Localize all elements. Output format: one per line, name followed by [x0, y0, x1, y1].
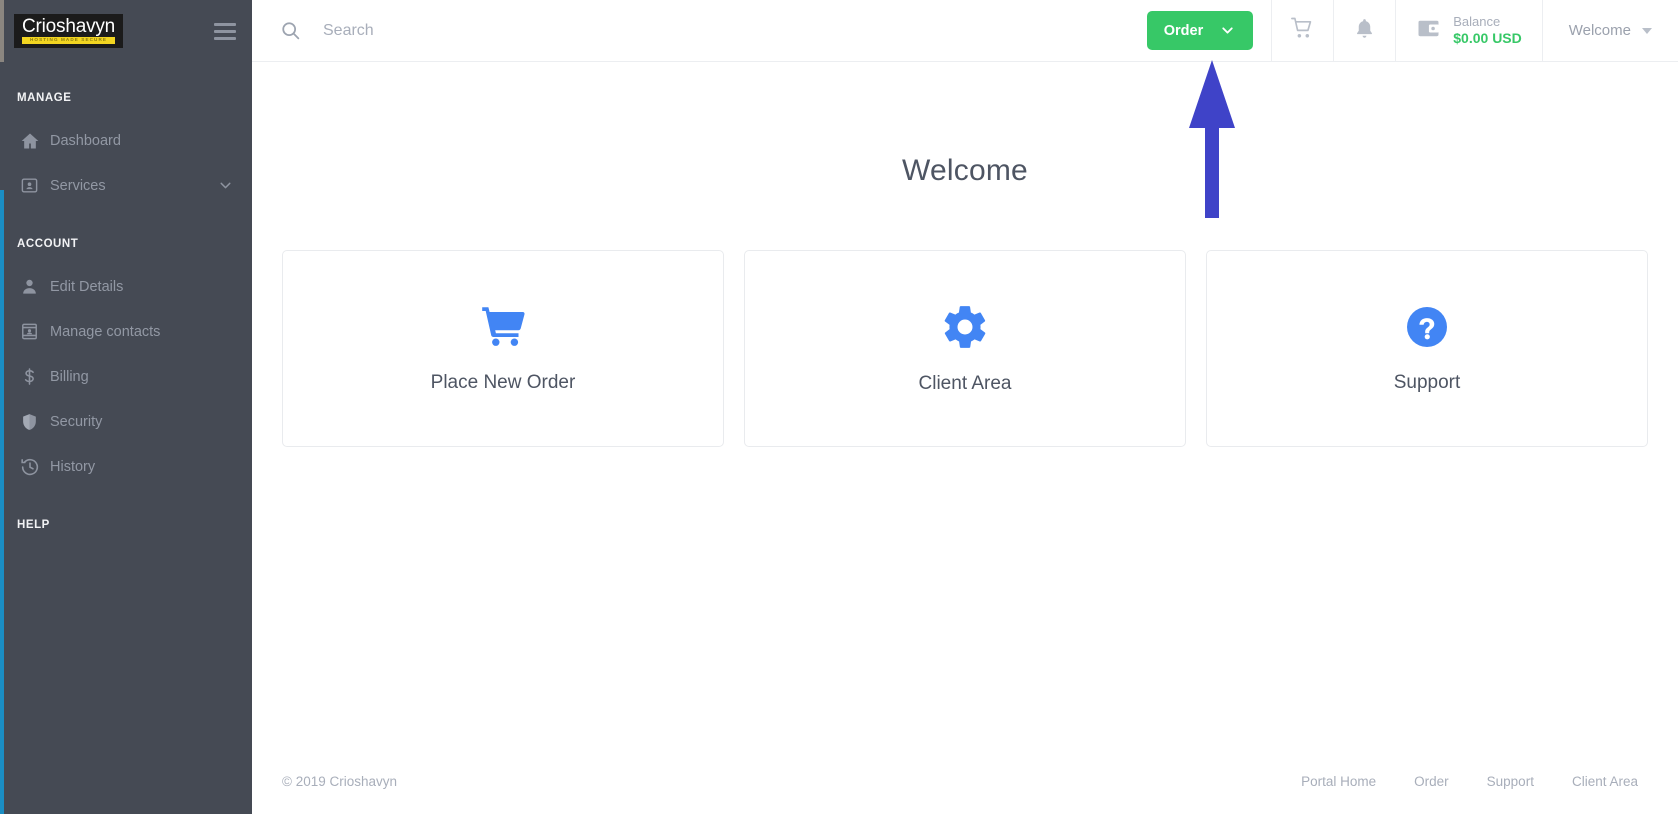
card-client-area[interactable]: Client Area — [744, 250, 1186, 447]
balance-text: Balance $0.00 USD — [1453, 14, 1521, 48]
footer-links: Portal Home Order Support Client Area — [1301, 774, 1638, 789]
sidebar-item-label: History — [50, 458, 96, 475]
sidebar-item-label: Manage contacts — [50, 323, 161, 340]
content-area: Welcome Place New Order Client Area Supp… — [252, 62, 1678, 748]
person-icon — [20, 277, 50, 296]
order-button-zone: Order — [1137, 0, 1272, 61]
search-input[interactable] — [323, 21, 923, 40]
footer-link-client-area[interactable]: Client Area — [1572, 774, 1638, 789]
brand-logo-tagline: HOSTING MADE SECURE — [22, 37, 116, 44]
user-menu[interactable]: Welcome — [1541, 0, 1678, 61]
sidebar-item-edit-details[interactable]: Edit Details — [0, 264, 252, 309]
main-region: Order — [252, 0, 1678, 814]
hamburger-bar — [214, 36, 236, 40]
search-icon[interactable] — [280, 20, 301, 41]
user-menu-label: Welcome — [1568, 22, 1631, 39]
notification-bell-icon — [1353, 17, 1376, 45]
hamburger-bar — [214, 22, 236, 26]
shield-icon — [20, 412, 50, 432]
shopping-cart-icon — [476, 303, 530, 351]
id-card-icon — [20, 176, 50, 195]
sidebar-item-label: Billing — [50, 368, 89, 385]
page-title: Welcome — [902, 154, 1028, 187]
brand-logo-name: Crioshavyn — [22, 16, 116, 38]
gear-icon — [940, 302, 990, 352]
hamburger-icon[interactable] — [212, 19, 238, 44]
sidebar-section-manage-label: MANAGE — [17, 92, 72, 104]
search-zone — [252, 0, 1137, 61]
balance-widget[interactable]: Balance $0.00 USD — [1395, 0, 1541, 61]
dollar-icon — [20, 367, 50, 386]
hamburger-bar — [214, 29, 236, 33]
order-button[interactable]: Order — [1146, 11, 1254, 50]
app-root: Crioshavyn HOSTING MADE SECURE MANAGE Da… — [0, 0, 1678, 814]
sidebar-item-label: Security — [50, 413, 103, 430]
history-clock-icon — [20, 457, 50, 477]
brand-logo[interactable]: Crioshavyn HOSTING MADE SECURE — [14, 14, 124, 48]
chevron-down-icon — [1219, 22, 1236, 39]
notifications-button[interactable] — [1333, 0, 1395, 61]
footer-link-support[interactable]: Support — [1487, 774, 1534, 789]
footer-link-portal-home[interactable]: Portal Home — [1301, 774, 1376, 789]
caret-down-icon — [1642, 27, 1652, 34]
chevron-down-icon[interactable] — [217, 177, 234, 194]
shopping-cart-icon — [1290, 16, 1315, 46]
sidebar-accent-strip — [0, 190, 4, 814]
sidebar-item-billing[interactable]: Billing — [0, 354, 252, 399]
order-button-label: Order — [1163, 22, 1204, 39]
footer-copyright: © 2019 Crioshavyn — [282, 773, 398, 789]
sidebar-top-accent-strip — [0, 0, 4, 62]
sidebar-item-label: Services — [50, 177, 106, 194]
footer: © 2019 Crioshavyn Portal Home Order Supp… — [252, 748, 1678, 814]
balance-value: $0.00 USD — [1453, 29, 1522, 46]
card-support[interactable]: Support — [1206, 250, 1648, 447]
sidebar-item-dashboard[interactable]: Dashboard — [0, 118, 252, 163]
sidebar-section-help-label: HELP — [17, 519, 50, 531]
home-icon — [20, 131, 50, 151]
sidebar-item-history[interactable]: History — [0, 444, 252, 489]
sidebar: Crioshavyn HOSTING MADE SECURE MANAGE Da… — [0, 0, 252, 814]
contact-card-icon — [20, 322, 50, 341]
cart-button[interactable] — [1271, 0, 1333, 61]
card-place-new-order[interactable]: Place New Order — [282, 250, 724, 447]
wallet-icon — [1416, 16, 1441, 46]
sidebar-item-security[interactable]: Security — [0, 399, 252, 444]
top-bar: Order — [252, 0, 1678, 62]
sidebar-item-label: Edit Details — [50, 278, 124, 295]
question-mark-circle-icon — [1403, 303, 1451, 351]
sidebar-section-account-label: ACCOUNT — [17, 238, 79, 250]
card-label: Support — [1393, 372, 1461, 393]
sidebar-header: Crioshavyn HOSTING MADE SECURE — [0, 0, 252, 62]
footer-link-order[interactable]: Order — [1414, 774, 1449, 789]
sidebar-item-label: Dashboard — [50, 132, 121, 149]
quick-action-cards: Place New Order Client Area Support — [282, 250, 1648, 447]
card-label: Client Area — [918, 373, 1012, 394]
sidebar-item-services[interactable]: Services — [0, 163, 252, 208]
sidebar-item-manage-contacts[interactable]: Manage contacts — [0, 309, 252, 354]
balance-label: Balance — [1453, 13, 1501, 29]
card-label: Place New Order — [430, 372, 576, 393]
